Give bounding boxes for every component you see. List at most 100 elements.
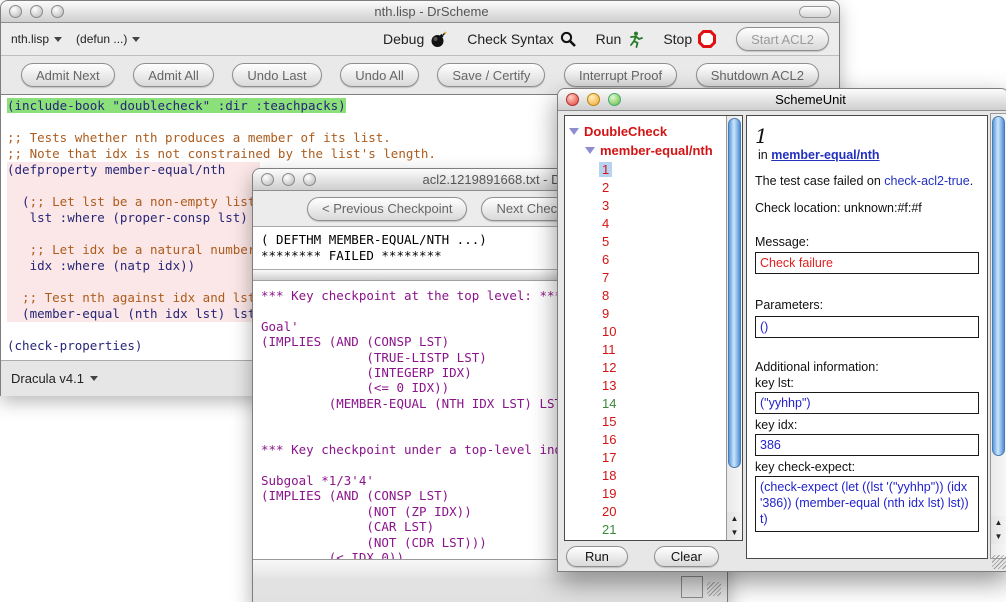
close-button[interactable] — [9, 5, 22, 18]
tree-scrollbar-arrows[interactable]: ▲ ▼ — [727, 512, 742, 540]
test-case-item[interactable]: 3 — [565, 196, 726, 214]
clear-button[interactable]: Clear — [654, 546, 719, 567]
test-case-item[interactable]: 9 — [565, 304, 726, 322]
zoom-button[interactable] — [608, 93, 621, 106]
test-case-label[interactable]: 10 — [599, 324, 619, 339]
file-dropdown[interactable]: nth.lisp — [11, 32, 62, 46]
message-box[interactable]: Check failure — [755, 252, 979, 274]
test-case-item[interactable]: 2 — [565, 178, 726, 196]
test-case-label[interactable]: 2 — [599, 180, 612, 195]
test-case-item[interactable]: 21 — [565, 520, 726, 538]
test-case-label[interactable]: 3 — [599, 198, 612, 213]
scroll-down-icon[interactable]: ▼ — [991, 530, 1006, 544]
test-case-label[interactable]: 18 — [599, 468, 619, 483]
test-case-item[interactable]: 20 — [565, 502, 726, 520]
test-case-item[interactable]: 16 — [565, 430, 726, 448]
test-case-item[interactable]: 12 — [565, 358, 726, 376]
run-tests-button[interactable]: Run — [566, 546, 628, 567]
tree-scrollbar-thumb[interactable] — [728, 118, 741, 468]
toolbar-toggle-button[interactable] — [799, 6, 831, 18]
scroll-down-icon[interactable]: ▼ — [727, 526, 742, 540]
start-acl2-button[interactable]: Start ACL2 — [736, 27, 829, 51]
resize-grip-icon[interactable] — [707, 582, 721, 596]
run-button[interactable]: Run — [596, 31, 644, 48]
test-case-label[interactable]: 12 — [599, 360, 619, 375]
key-check-expect-box[interactable]: (check-expect (let ((lst '("yyhhp")) (id… — [755, 476, 979, 532]
test-case-label[interactable]: 11 — [599, 342, 619, 357]
defun-dropdown[interactable]: (defun ...) — [76, 32, 140, 46]
test-case-item[interactable]: 5 — [565, 232, 726, 250]
resize-grip-icon[interactable] — [992, 555, 1006, 569]
main-titlebar[interactable]: nth.lisp - DrScheme — [1, 1, 839, 23]
test-case-label[interactable]: 6 — [599, 252, 612, 267]
proof-button[interactable]: Undo Last — [232, 63, 321, 87]
test-case-label[interactable]: 21 — [599, 522, 619, 537]
test-case-label[interactable]: 1 — [599, 162, 612, 177]
language-selector[interactable]: Dracula v4.1 — [11, 371, 84, 386]
close-button[interactable] — [261, 173, 274, 186]
minimize-button[interactable] — [30, 5, 43, 18]
tree-root[interactable]: DoubleCheck — [565, 122, 726, 141]
test-case-item[interactable]: 7 — [565, 268, 726, 286]
proof-button[interactable]: Admit All — [133, 63, 214, 87]
close-button[interactable] — [566, 93, 579, 106]
check-location: Check location: unknown:#f:#f — [755, 201, 979, 215]
minimize-button[interactable] — [587, 93, 600, 106]
detail-scrollbar[interactable]: ▲ ▼ — [990, 113, 1006, 559]
suite-link[interactable]: member-equal/nth — [771, 148, 879, 162]
detail-scrollbar-arrows[interactable]: ▲ ▼ — [991, 516, 1006, 544]
zoom-button[interactable] — [303, 173, 316, 186]
test-case-label[interactable]: 13 — [599, 378, 619, 393]
test-case-label[interactable]: 15 — [599, 414, 619, 429]
test-case-item[interactable]: 15 — [565, 412, 726, 430]
test-case-item[interactable]: 4 — [565, 214, 726, 232]
disclosure-triangle-icon[interactable] — [569, 128, 579, 135]
debug-button[interactable]: Debug — [383, 31, 447, 48]
test-case-label[interactable]: 20 — [599, 504, 619, 519]
test-case-label[interactable]: 16 — [599, 432, 619, 447]
proof-button[interactable]: Admit Next — [21, 63, 115, 87]
key-idx-box[interactable]: 386 — [755, 434, 979, 456]
test-case-label[interactable]: 19 — [599, 486, 619, 501]
test-case-item[interactable]: 18 — [565, 466, 726, 484]
proof-button[interactable]: Shutdown ACL2 — [696, 63, 819, 87]
disclosure-triangle-icon[interactable] — [585, 147, 595, 154]
test-case-item[interactable]: 6 — [565, 250, 726, 268]
test-case-item[interactable]: 17 — [565, 448, 726, 466]
test-tree[interactable]: DoubleCheck member-equal/nth 12345678910… — [565, 116, 726, 540]
parameters-box[interactable]: () — [755, 316, 979, 338]
tree-suite[interactable]: member-equal/nth — [565, 141, 726, 160]
proof-button[interactable]: Undo All — [340, 63, 418, 87]
test-case-label[interactable]: 9 — [599, 306, 612, 321]
zoom-button[interactable] — [51, 5, 64, 18]
test-case-item[interactable]: 10 — [565, 322, 726, 340]
previous-checkpoint-button[interactable]: < Previous Checkpoint — [307, 197, 467, 221]
check-name-link[interactable]: check-acl2-true — [884, 174, 969, 188]
test-case-label[interactable]: 14 — [599, 396, 619, 411]
key-lst-box[interactable]: ("yyhhp") — [755, 392, 979, 414]
test-case-item[interactable]: 11 — [565, 340, 726, 358]
test-case-item[interactable]: 1 — [565, 160, 726, 178]
test-case-label[interactable]: 5 — [599, 234, 612, 249]
detail-scrollbar-thumb[interactable] — [992, 116, 1005, 456]
grow-box[interactable] — [681, 576, 703, 598]
schemeunit-titlebar[interactable]: SchemeUnit — [558, 89, 1006, 111]
test-case-item[interactable]: 19 — [565, 484, 726, 502]
test-case-item[interactable]: 8 — [565, 286, 726, 304]
code-segment: (check-properties) — [7, 338, 142, 353]
tree-scrollbar[interactable]: ▲ ▼ — [726, 116, 742, 540]
test-case-label[interactable]: 4 — [599, 216, 612, 231]
scroll-up-icon[interactable]: ▲ — [991, 516, 1006, 530]
check-syntax-button[interactable]: Check Syntax — [467, 31, 575, 47]
test-case-item[interactable]: 14 — [565, 394, 726, 412]
proof-button[interactable]: Interrupt Proof — [564, 63, 677, 87]
test-detail-panel[interactable]: 1 in member-equal/nth The test case fail… — [746, 115, 988, 559]
stop-button[interactable]: Stop — [663, 30, 716, 48]
test-case-label[interactable]: 7 — [599, 270, 612, 285]
proof-button[interactable]: Save / Certify — [437, 63, 545, 87]
test-case-label[interactable]: 17 — [599, 450, 619, 465]
minimize-button[interactable] — [282, 173, 295, 186]
test-case-label[interactable]: 8 — [599, 288, 612, 303]
test-case-item[interactable]: 13 — [565, 376, 726, 394]
scroll-up-icon[interactable]: ▲ — [727, 512, 742, 526]
